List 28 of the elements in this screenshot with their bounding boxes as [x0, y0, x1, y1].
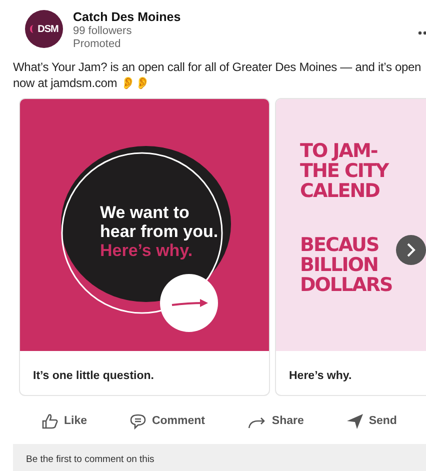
action-button[interactable]: Comment — [122, 408, 211, 434]
slide-headline: Here’s why. — [100, 241, 194, 260]
author-name[interactable]: Catch Des Moines — [73, 10, 181, 25]
paper-plane-icon — [346, 412, 364, 430]
card-caption: It’s one little question. — [32, 369, 155, 382]
slide-headline: We want to — [100, 203, 190, 222]
slide-headline: hear from you. — [100, 222, 218, 241]
comment-prompt: Be the first to comment on this — [13, 444, 426, 471]
chevron-right-icon — [406, 243, 416, 257]
logo[interactable]: DSM — [25, 10, 63, 48]
speech-bubble-icon — [128, 412, 147, 430]
post-text: What’s Your Jam? is an open call for all of Greater Des Moines — and it’s open now at jamdsm.com 👂👂 — [13, 59, 422, 91]
action-button[interactable]: Share — [240, 408, 310, 434]
poster-text: DOLLARS — [300, 275, 392, 295]
thumbs-up-icon — [40, 412, 59, 430]
follower-count: 99 followers — [73, 25, 133, 38]
poster-text: BILLION — [300, 255, 378, 275]
poster-text: TO JAM- — [300, 141, 378, 161]
poster-text: BECAUS — [300, 235, 379, 255]
carousel-card[interactable]: TO JAM- THE CITY CALEND BECAUS BILLION DOLLARS Here’s why. — [275, 98, 426, 396]
carousel-card[interactable]: We want to hear from you. Here’s why. It’s one little question. — [19, 98, 270, 396]
promoted-label: Promoted — [73, 38, 122, 51]
poster-text: CALEND — [300, 181, 380, 201]
card-caption: Here’s why. — [288, 369, 353, 382]
poster-text: THE CITY — [300, 161, 388, 181]
action-button[interactable]: Send — [340, 408, 403, 434]
action-button[interactable]: Like — [34, 408, 93, 434]
more-icon[interactable] — [418, 31, 426, 35]
